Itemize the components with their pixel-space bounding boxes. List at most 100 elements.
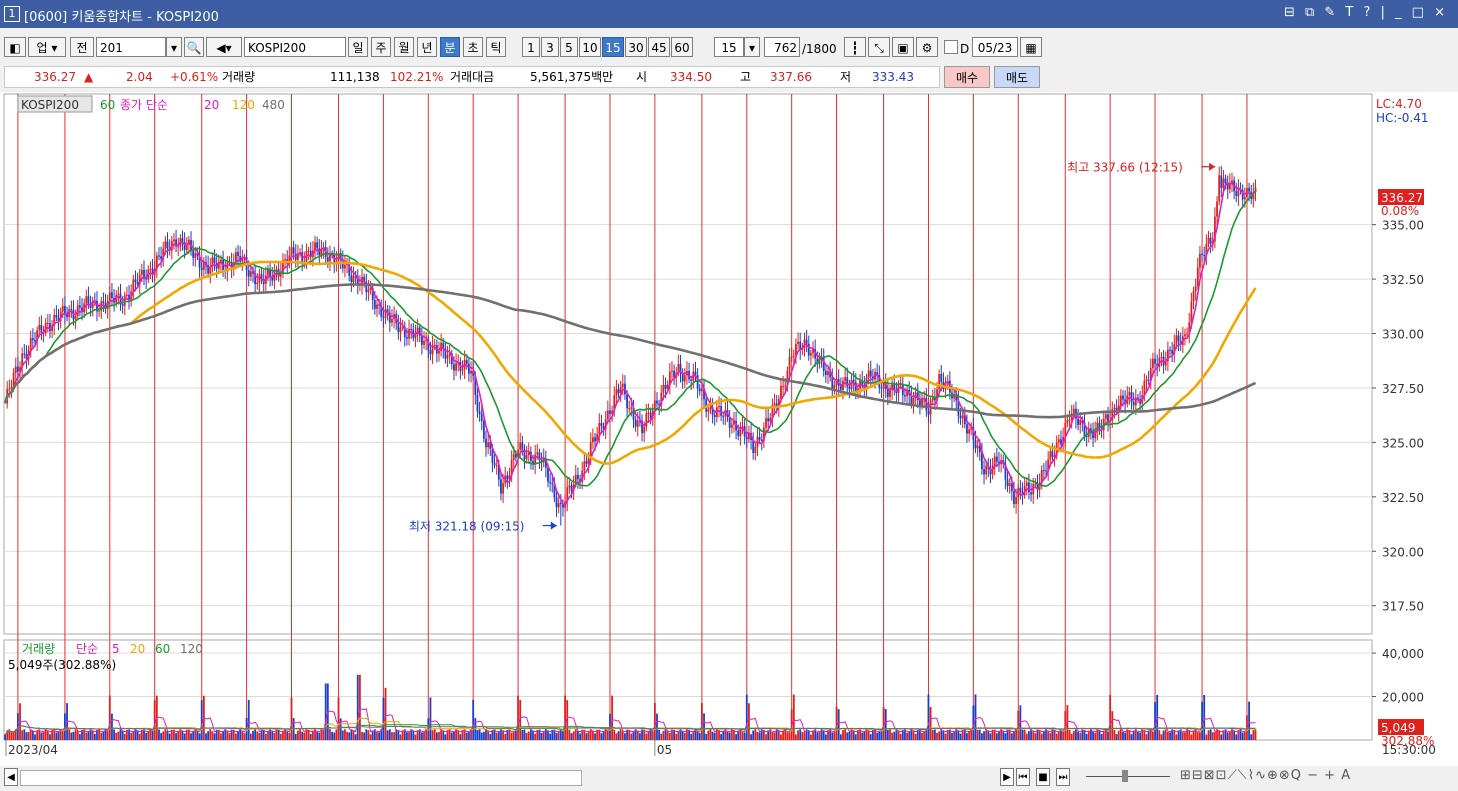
scroll-right-icon[interactable]: ▶: [1000, 768, 1014, 786]
chart-menu-icon[interactable]: ◧: [4, 37, 26, 57]
volume-bar: [294, 733, 297, 740]
volume-bar: [720, 734, 723, 740]
candle-body: [1201, 253, 1203, 255]
zoom-slider[interactable]: [1086, 776, 1170, 777]
zoom-slider-handle[interactable]: [1122, 770, 1128, 782]
volume-bar: [489, 734, 492, 740]
interval-button[interactable]: 1: [522, 37, 540, 57]
count-input[interactable]: 762: [764, 37, 800, 57]
interval-button[interactable]: 30: [625, 37, 647, 57]
sound-icon[interactable]: ◀▾: [206, 37, 242, 57]
trendline-icon[interactable]: ⤡: [868, 37, 890, 57]
volume-bar: [651, 731, 654, 740]
candle-body: [609, 410, 611, 414]
volume-bar: [831, 732, 834, 740]
volume-bar: [668, 732, 671, 740]
volume-bar: [606, 731, 609, 740]
candle-body: [1224, 178, 1227, 184]
volume-bar: [839, 734, 842, 740]
interval-button[interactable]: 15: [602, 37, 624, 57]
volume-bar: [386, 730, 389, 740]
period-button[interactable]: 틱: [486, 37, 506, 57]
window-controls[interactable]: ⊟ ⧉ ✎ T ? | _ □ ×: [1284, 5, 1448, 20]
volume-bar: [1021, 729, 1024, 740]
interval-dropdown-icon[interactable]: ▾: [744, 37, 760, 57]
volume-bar: [921, 732, 923, 740]
volume-bar: [688, 729, 690, 740]
legend-ma: 20: [204, 98, 219, 112]
volume-bar: [226, 731, 229, 740]
candle-body: [326, 257, 329, 262]
gear-icon[interactable]: ⚙: [916, 37, 938, 57]
d-label: D: [960, 42, 970, 56]
date-input[interactable]: 05/23: [972, 37, 1018, 57]
bottom-scrollbar[interactable]: ◀ ▶ ⏮ ■ ⏭ ⊞⊟⊠⊡⟋⟍⌇∿⊕⊗Q − + A: [0, 766, 1458, 791]
candle-body: [797, 341, 799, 344]
save-icon[interactable]: ▣: [892, 37, 914, 57]
period-button[interactable]: 초: [463, 37, 483, 57]
market-select[interactable]: 업 ▾: [28, 37, 66, 57]
candle-body: [173, 239, 175, 242]
code-input[interactable]: 201: [96, 37, 166, 57]
interval-button[interactable]: 10: [579, 37, 601, 57]
name-field[interactable]: KOSPI200: [244, 37, 346, 57]
code-dropdown-icon[interactable]: ▾: [166, 37, 182, 57]
chart-area[interactable]: 335.00 332.50 330.00 327.50 325.00 322.50 320.…: [0, 92, 1458, 766]
volume-bar: [585, 733, 588, 740]
interval-input[interactable]: 15: [714, 37, 744, 57]
period-button[interactable]: 년: [417, 37, 437, 57]
volume-legend-ma: 단순: [76, 642, 98, 656]
candle-body: [1025, 482, 1028, 486]
volume-bar: [777, 730, 780, 740]
candle-type-icon[interactable]: ┇: [844, 37, 866, 57]
scroll-track[interactable]: [20, 770, 582, 786]
candle-body: [500, 479, 502, 494]
candle-body: [1072, 408, 1075, 414]
interval-button[interactable]: 45: [648, 37, 670, 57]
candle-body: [455, 363, 457, 371]
volume-bar: [1115, 734, 1118, 740]
volume-bar: [145, 733, 148, 740]
volume-bar: [288, 732, 291, 740]
volume-bar: [138, 733, 141, 740]
candle-body: [344, 264, 346, 269]
volume-bar: [942, 730, 945, 740]
first-icon[interactable]: ⏮: [1016, 768, 1030, 786]
last-icon[interactable]: ⏭: [1056, 768, 1070, 786]
candle-body: [352, 275, 355, 283]
volume-bar: [123, 733, 126, 740]
candle-body: [177, 246, 180, 248]
volume-bar: [10, 732, 13, 740]
candle-body: [617, 389, 620, 394]
period-button[interactable]: 월: [394, 37, 414, 57]
interval-button[interactable]: 5: [560, 37, 578, 57]
volume-bar: [1072, 730, 1075, 740]
period-button[interactable]: 분: [440, 37, 460, 57]
change-percent: +0.61%: [170, 70, 219, 84]
period-button[interactable]: 주: [371, 37, 391, 57]
scroll-left-icon[interactable]: ◀: [4, 768, 18, 786]
volume-bar: [254, 729, 257, 740]
candle-body: [649, 412, 652, 419]
volume-bar: [591, 731, 594, 740]
prev-button[interactable]: 전: [70, 37, 94, 57]
interval-button[interactable]: 60: [671, 37, 693, 57]
candle-body: [995, 456, 998, 462]
candle-body: [164, 241, 167, 249]
period-button[interactable]: 일: [348, 37, 368, 57]
search-icon[interactable]: 🔍: [184, 37, 204, 57]
low-value: 333.43: [872, 70, 914, 84]
interval-button[interactable]: 3: [541, 37, 559, 57]
sell-button[interactable]: 매도: [994, 66, 1040, 88]
candle-body: [536, 452, 539, 455]
d-checkbox[interactable]: [944, 40, 958, 54]
candle-body: [549, 481, 552, 484]
candle-body: [707, 409, 710, 412]
drawing-tools-icon[interactable]: ⊞⊟⊠⊡⟋⟍⌇∿⊕⊗Q − + A: [1180, 768, 1351, 783]
candle-body: [730, 424, 733, 428]
volume-bar: [844, 729, 847, 740]
stop-icon[interactable]: ■: [1036, 768, 1050, 786]
volume-bar: [1241, 732, 1244, 740]
buy-button[interactable]: 매수: [944, 66, 990, 88]
calendar-icon[interactable]: ▦: [1020, 37, 1042, 57]
